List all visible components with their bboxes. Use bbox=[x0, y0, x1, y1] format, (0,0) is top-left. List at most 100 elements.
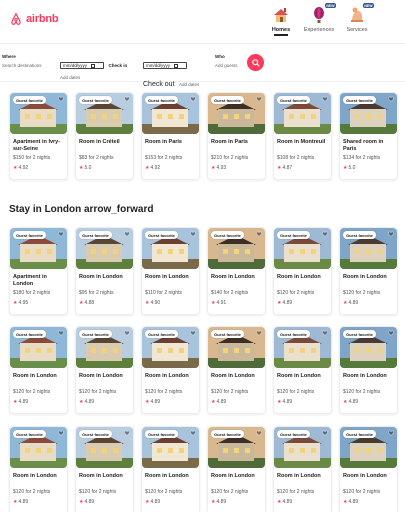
heart-icon[interactable] bbox=[322, 430, 328, 436]
section-title-london[interactable]: Stay in London arrow_forward bbox=[9, 204, 153, 215]
checkout-field[interactable]: mm/dd/yyyy Check out Add dates bbox=[143, 54, 199, 91]
listing-title[interactable]: Apartment in Ivry-sur-Seine bbox=[13, 139, 67, 153]
listing-photo[interactable]: Guest favorite bbox=[208, 427, 265, 468]
listing-card[interactable]: Guest favorite Room in London $120 for 2 n… bbox=[339, 227, 398, 315]
heart-icon[interactable] bbox=[58, 330, 64, 336]
listing-photo[interactable]: Guest favorite bbox=[76, 327, 133, 368]
listing-photo[interactable]: Guest favorite bbox=[142, 327, 199, 368]
listing-card[interactable]: Guest favorite Room in London $95 for 2 ni… bbox=[75, 227, 134, 315]
where-field[interactable]: Where Search destinations bbox=[2, 54, 42, 68]
heart-icon[interactable] bbox=[256, 96, 262, 102]
listing-card[interactable]: Guest favorite Room in London $120 for 2 n… bbox=[75, 426, 134, 512]
listing-title[interactable]: Room in London bbox=[79, 274, 133, 281]
listing-card[interactable]: Guest favorite Room in London $120 for 2 n… bbox=[207, 426, 266, 512]
checkout-date-input[interactable]: mm/dd/yyyy bbox=[143, 62, 187, 69]
listing-card[interactable]: Guest favorite Room in Montreuil $108 for … bbox=[273, 92, 332, 180]
listing-card[interactable]: Guest favorite Apartment in London $180 fo… bbox=[9, 227, 68, 315]
listing-card[interactable]: Guest favorite Room in London $120 for 2 n… bbox=[273, 426, 332, 512]
listing-title[interactable]: Room in Paris bbox=[145, 139, 199, 146]
listing-photo[interactable]: Guest favorite bbox=[340, 427, 397, 468]
listing-photo[interactable]: Guest favorite bbox=[10, 327, 67, 368]
listing-photo[interactable]: Guest favorite bbox=[142, 427, 199, 468]
heart-icon[interactable] bbox=[388, 231, 394, 237]
listing-photo[interactable]: Guest favorite bbox=[340, 327, 397, 368]
heart-icon[interactable] bbox=[256, 430, 262, 436]
listing-card[interactable]: Guest favorite Apartment in Ivry-sur-Sein… bbox=[9, 92, 68, 180]
listing-title[interactable]: Room in London bbox=[211, 373, 265, 380]
nav-homes[interactable]: Homes bbox=[267, 6, 295, 36]
listing-card[interactable]: Guest favorite Room in Créteil $83 for 2 n… bbox=[75, 92, 134, 180]
heart-icon[interactable] bbox=[124, 96, 130, 102]
listing-card[interactable]: Guest favorite Room in London $120 for 2 n… bbox=[339, 426, 398, 512]
listing-title[interactable]: Room in Montreuil bbox=[277, 139, 331, 146]
heart-icon[interactable] bbox=[388, 96, 394, 102]
listing-photo[interactable]: Guest favorite bbox=[208, 327, 265, 368]
heart-icon[interactable] bbox=[388, 430, 394, 436]
listing-card[interactable]: Guest favorite Room in London $120 for 2 n… bbox=[207, 326, 266, 414]
nav-services[interactable]: NEW Services bbox=[343, 3, 374, 36]
heart-icon[interactable] bbox=[58, 96, 64, 102]
listing-title[interactable]: Room in London bbox=[343, 473, 397, 480]
who-input[interactable]: Add guests bbox=[215, 63, 238, 68]
listing-card[interactable]: Guest favorite Room in London $120 for 2 n… bbox=[273, 326, 332, 414]
checkin-field[interactable]: mm/dd/yyyy Check in Add dates bbox=[60, 54, 127, 80]
who-field[interactable]: Who Add guests bbox=[215, 54, 238, 68]
listing-title[interactable]: Room in London bbox=[277, 274, 331, 281]
listing-card[interactable]: Guest favorite Room in London $140 for 2 n… bbox=[207, 227, 266, 315]
listing-photo[interactable]: Guest favorite bbox=[274, 327, 331, 368]
listing-title[interactable]: Room in London bbox=[277, 373, 331, 380]
listing-title[interactable]: Room in London bbox=[277, 473, 331, 480]
listing-photo[interactable]: Guest favorite bbox=[10, 93, 67, 134]
heart-icon[interactable] bbox=[256, 330, 262, 336]
heart-icon[interactable] bbox=[124, 430, 130, 436]
listing-title[interactable]: Apartment in London bbox=[13, 274, 67, 288]
listing-card[interactable]: Guest favorite Room in London $120 for 2 n… bbox=[141, 426, 200, 512]
heart-icon[interactable] bbox=[124, 231, 130, 237]
heart-icon[interactable] bbox=[58, 231, 64, 237]
listing-title[interactable]: Room in London bbox=[211, 274, 265, 281]
heart-icon[interactable] bbox=[190, 96, 196, 102]
listing-photo[interactable]: Guest favorite bbox=[208, 93, 265, 134]
listing-photo[interactable]: Guest favorite bbox=[142, 93, 199, 134]
listing-title[interactable]: Room in Paris bbox=[211, 139, 265, 146]
listing-title[interactable]: Room in London bbox=[145, 473, 199, 480]
heart-icon[interactable] bbox=[124, 330, 130, 336]
listing-photo[interactable]: Guest favorite bbox=[274, 228, 331, 269]
listing-title[interactable]: Shared room in Paris bbox=[343, 139, 397, 153]
airbnb-logo[interactable]: airbnb bbox=[9, 12, 59, 26]
listing-photo[interactable]: Guest favorite bbox=[76, 228, 133, 269]
listing-card[interactable]: Guest favorite Room in London $120 for 2 n… bbox=[273, 227, 332, 315]
heart-icon[interactable] bbox=[322, 330, 328, 336]
listing-card[interactable]: Guest favorite Room in London $110 for 2 n… bbox=[141, 227, 200, 315]
listing-title[interactable]: Room in London bbox=[13, 473, 67, 480]
listing-title[interactable]: Room in London bbox=[145, 373, 199, 380]
listing-card[interactable]: Guest favorite Shared room in Paris $134 f… bbox=[339, 92, 398, 180]
checkin-date-input[interactable]: mm/dd/yyyy bbox=[60, 62, 104, 69]
heart-icon[interactable] bbox=[190, 430, 196, 436]
heart-icon[interactable] bbox=[256, 231, 262, 237]
heart-icon[interactable] bbox=[190, 231, 196, 237]
search-button[interactable] bbox=[247, 54, 264, 71]
listing-card[interactable]: Guest favorite Room in London $120 for 2 n… bbox=[339, 326, 398, 414]
listing-photo[interactable]: Guest favorite bbox=[274, 93, 331, 134]
listing-card[interactable]: Guest favorite Room in London $120 for 2 n… bbox=[9, 426, 68, 512]
listing-photo[interactable]: Guest favorite bbox=[208, 228, 265, 269]
listing-title[interactable]: Room in London bbox=[343, 274, 397, 281]
listing-photo[interactable]: Guest favorite bbox=[142, 228, 199, 269]
listing-card[interactable]: Guest favorite Room in London $120 for 2 n… bbox=[141, 326, 200, 414]
listing-photo[interactable]: Guest favorite bbox=[76, 427, 133, 468]
listing-title[interactable]: Room in London bbox=[79, 373, 133, 380]
where-input[interactable]: Search destinations bbox=[2, 63, 42, 68]
listing-card[interactable]: Guest favorite Room in Paris $210 for 2 ni… bbox=[207, 92, 266, 180]
nav-experiences[interactable]: NEW Experiences bbox=[303, 3, 336, 36]
listing-title[interactable]: Room in London bbox=[145, 274, 199, 281]
listing-photo[interactable]: Guest favorite bbox=[10, 427, 67, 468]
listing-card[interactable]: Guest favorite Room in London $120 for 2 n… bbox=[75, 326, 134, 414]
listing-card[interactable]: Guest favorite Room in Paris $153 for 2 ni… bbox=[141, 92, 200, 180]
listing-photo[interactable]: Guest favorite bbox=[76, 93, 133, 134]
heart-icon[interactable] bbox=[388, 330, 394, 336]
listing-photo[interactable]: Guest favorite bbox=[274, 427, 331, 468]
listing-photo[interactable]: Guest favorite bbox=[340, 228, 397, 269]
listing-photo[interactable]: Guest favorite bbox=[10, 228, 67, 269]
listing-title[interactable]: Room in Créteil bbox=[79, 139, 133, 146]
